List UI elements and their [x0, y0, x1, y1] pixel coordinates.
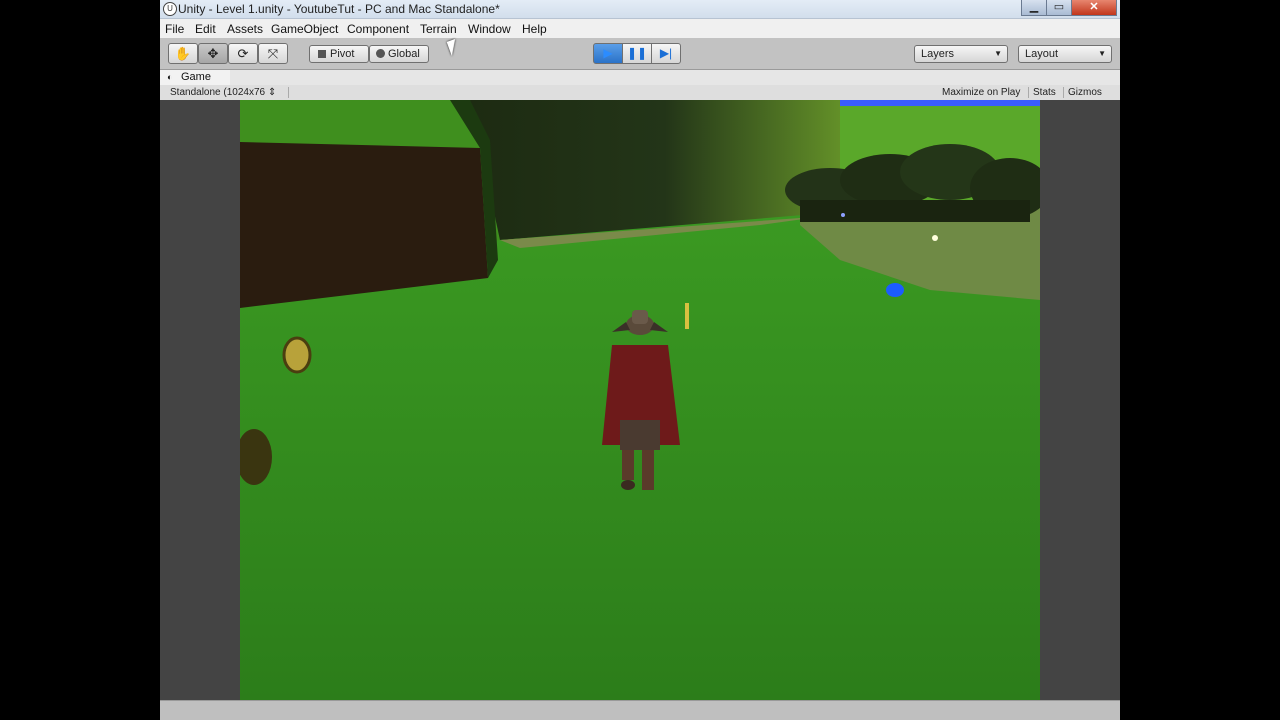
tab-game-label: Game: [181, 71, 211, 83]
global-icon: [376, 49, 385, 58]
rotate-tool-button[interactable]: ⟳: [228, 43, 258, 64]
menu-terrain[interactable]: Terrain: [420, 22, 457, 36]
tab-game[interactable]: ◐ Game: [160, 70, 230, 85]
pivot-toggle[interactable]: Pivot: [309, 45, 369, 63]
pivot-icon: [318, 50, 326, 58]
move-tool-button[interactable]: ✥: [198, 43, 228, 64]
blue-light: [841, 213, 845, 217]
game-tab-bar: ◐ Game: [160, 70, 1120, 86]
blue-marker: [886, 283, 904, 297]
layers-dropdown[interactable]: Layers ▼: [914, 45, 1008, 63]
status-bar: [160, 700, 1120, 720]
coin-pickup: [282, 336, 312, 374]
layout-label: Layout: [1025, 48, 1059, 60]
resolution-label: Standalone (1024x76: [170, 87, 266, 98]
unity-editor-window: U Unity - Level 1.unity - YoutubeTut - P…: [160, 0, 1120, 720]
unity-logo-icon: U: [163, 2, 177, 16]
sky-strip: [840, 100, 1040, 106]
pause-button[interactable]: ❚❚: [622, 43, 652, 64]
menu-bar: File Edit Assets GameObject Component Te…: [160, 19, 1120, 38]
menu-window[interactable]: Window: [468, 22, 511, 36]
divider: [288, 87, 289, 98]
hand-tool-button[interactable]: ✋: [168, 43, 198, 64]
stats-toggle[interactable]: Stats: [1033, 85, 1056, 100]
divider: [1028, 87, 1029, 98]
menu-gameobject[interactable]: GameObject: [271, 22, 338, 36]
pivot-label: Pivot: [330, 48, 355, 60]
chevron-down-icon: ▼: [1098, 49, 1106, 58]
close-button[interactable]: ✕: [1071, 0, 1117, 16]
scene-render: [240, 100, 1040, 700]
game-viewport[interactable]: [160, 100, 1120, 700]
game-scene[interactable]: [240, 100, 1040, 700]
toolbar: ✋ ✥ ⟳ ⤧ Pivot Global ▶ ❚❚ ▶| Layers ▼ La…: [160, 38, 1120, 70]
menu-help[interactable]: Help: [522, 22, 547, 36]
maximize-button[interactable]: ▭: [1046, 0, 1072, 16]
global-toggle[interactable]: Global: [369, 45, 429, 63]
play-button[interactable]: ▶: [593, 43, 623, 64]
layers-label: Layers: [921, 48, 955, 60]
menu-file[interactable]: File: [165, 22, 184, 36]
layout-dropdown[interactable]: Layout ▼: [1018, 45, 1112, 63]
menu-component[interactable]: Component: [347, 22, 409, 36]
game-icon: ◐: [167, 72, 173, 82]
minimize-button[interactable]: ▁: [1021, 0, 1047, 16]
gizmos-dropdown[interactable]: Gizmos: [1068, 85, 1102, 100]
chevron-down-icon: ▼: [994, 49, 1002, 58]
game-view-controls: Standalone (1024x76 ⇕ Maximize on Play S…: [160, 85, 1120, 100]
step-button[interactable]: ▶|: [651, 43, 681, 64]
global-label: Global: [388, 48, 420, 60]
title-bar: U Unity - Level 1.unity - YoutubeTut - P…: [160, 0, 1120, 19]
maximize-on-play-toggle[interactable]: Maximize on Play: [942, 85, 1020, 100]
light-point: [932, 235, 938, 241]
chevron-updown-icon: ⇕: [267, 87, 277, 98]
divider: [1063, 87, 1064, 98]
window-title: Unity - Level 1.unity - YoutubeTut - PC …: [178, 2, 500, 16]
scale-tool-button[interactable]: ⤧: [258, 43, 288, 64]
menu-edit[interactable]: Edit: [195, 22, 216, 36]
menu-assets[interactable]: Assets: [227, 22, 263, 36]
resolution-dropdown[interactable]: Standalone (1024x76 ⇕: [170, 85, 276, 100]
